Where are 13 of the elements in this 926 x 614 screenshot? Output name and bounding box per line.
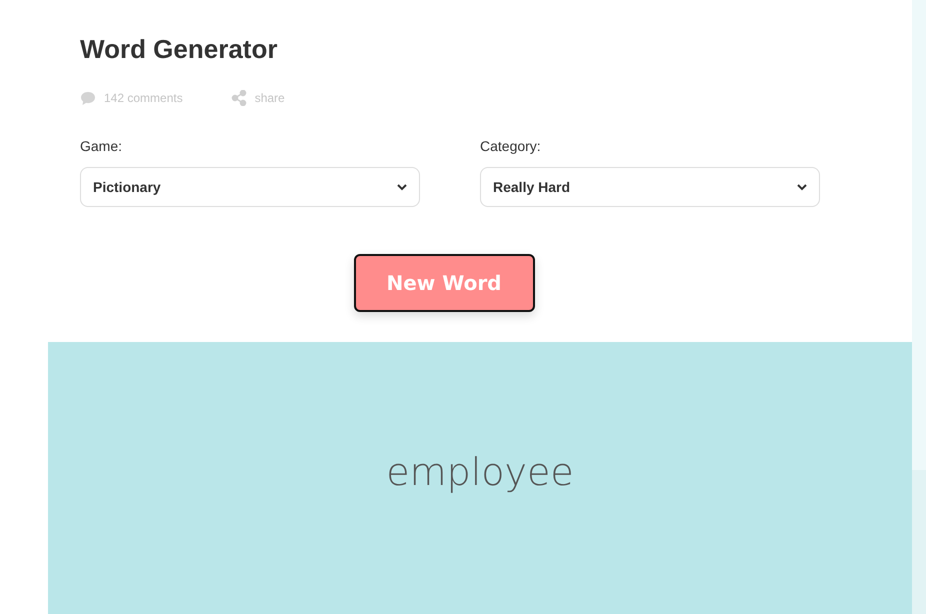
dropdown-select[interactable]: Pictionary bbox=[80, 167, 420, 207]
share-link[interactable]: share bbox=[254, 91, 285, 105]
new-word-button[interactable]: New Word bbox=[354, 254, 534, 312]
chevron-down-icon bbox=[397, 184, 407, 190]
comment-icon bbox=[80, 90, 96, 106]
dropdown-select[interactable]: Really Hard bbox=[480, 167, 820, 207]
page-title: Word Generator bbox=[80, 34, 278, 65]
share-icon bbox=[230, 90, 247, 106]
field-label: Category: bbox=[480, 138, 542, 154]
field-label: Game: bbox=[80, 138, 124, 154]
generated-word: employee bbox=[386, 450, 574, 496]
comments-link[interactable]: 142 comments bbox=[104, 91, 183, 105]
chevron-down-icon bbox=[797, 184, 807, 190]
